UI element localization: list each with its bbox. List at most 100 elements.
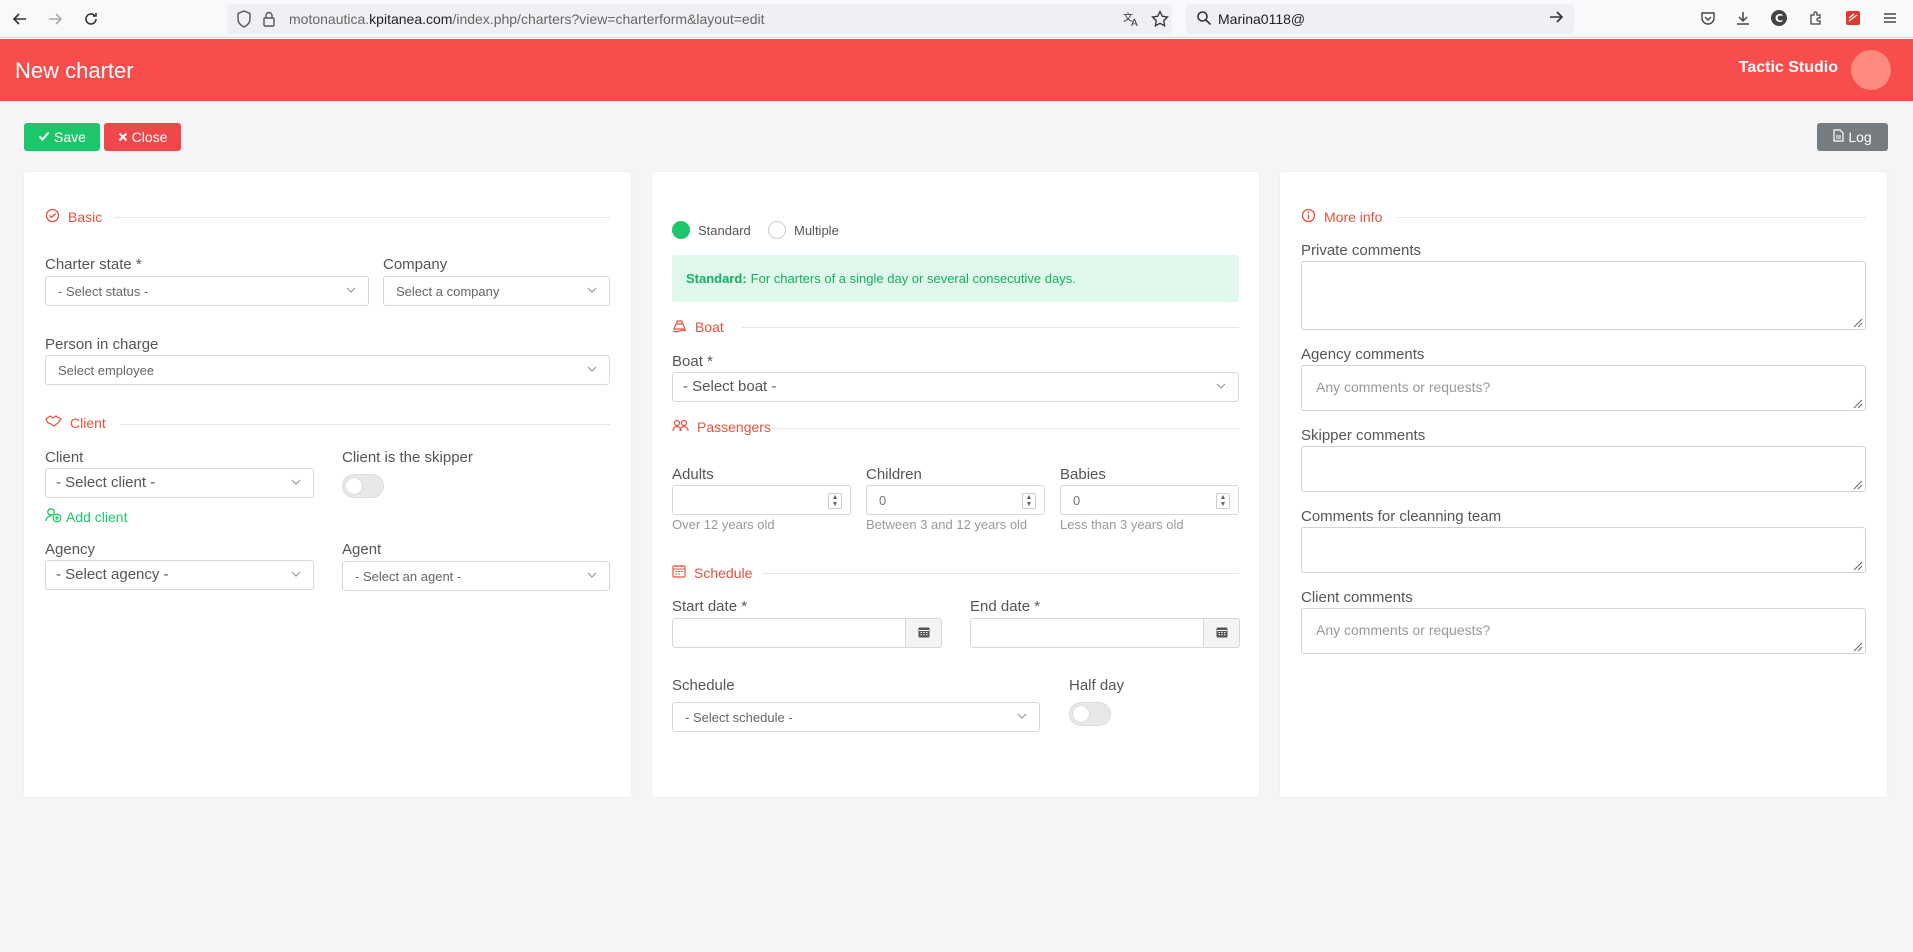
end-date-label: End date *: [970, 598, 1041, 615]
agency-select[interactable]: - Select agency -: [45, 560, 314, 590]
more-info-section-label: More info: [1324, 209, 1383, 225]
start-date-calendar-button[interactable]: [906, 618, 942, 648]
company-select[interactable]: Select a company: [383, 276, 610, 306]
resize-grip-icon[interactable]: [1851, 315, 1863, 328]
private-comments-label: Private comments: [1301, 242, 1422, 259]
start-date-input[interactable]: [672, 618, 906, 648]
translate-icon[interactable]: 文A: [1123, 10, 1141, 29]
agency-label: Agency: [45, 541, 96, 558]
multiple-radio-label[interactable]: Multiple: [794, 223, 839, 238]
resize-grip-icon[interactable]: [1851, 639, 1863, 652]
chevron-down-icon: [1216, 381, 1226, 392]
client-label: Client: [45, 449, 84, 466]
forward-icon[interactable]: [43, 7, 67, 31]
calendar-icon: [672, 564, 686, 581]
x-icon: [118, 129, 128, 145]
go-arrow-icon[interactable]: [1548, 9, 1564, 30]
extension-c-icon[interactable]: C: [1769, 8, 1789, 28]
person-in-charge-label: Person in charge: [45, 336, 159, 353]
end-date-input[interactable]: [970, 618, 1204, 648]
studio-name[interactable]: Tactic Studio: [1739, 59, 1838, 77]
divider: [120, 424, 610, 425]
adults-hint: Over 12 years old: [672, 517, 775, 532]
address-bar[interactable]: motonautica.kpitanea.com/index.php/chart…: [227, 4, 1172, 34]
half-day-toggle[interactable]: [1069, 702, 1111, 726]
passengers-section-title: Passengers: [672, 419, 771, 435]
reload-icon[interactable]: [79, 7, 103, 31]
passengers-section-label: Passengers: [697, 419, 771, 435]
client-is-skipper-toggle[interactable]: [342, 474, 384, 498]
client-comments-textarea[interactable]: Any comments or requests?: [1301, 608, 1866, 654]
log-label: Log: [1848, 129, 1872, 145]
handshake-icon: [45, 415, 62, 431]
mode-info-alert: Standard: For charters of a single day o…: [672, 255, 1239, 302]
page-title: New charter: [15, 58, 134, 83]
person-in-charge-select[interactable]: Select employee: [45, 355, 610, 385]
adults-input[interactable]: ▲ ▼: [672, 485, 851, 515]
cleaning-comments-label: Comments for cleanning team: [1301, 508, 1502, 525]
add-client-link[interactable]: Add client: [45, 507, 127, 526]
boat-select[interactable]: - Select boat -: [672, 372, 1239, 402]
number-spinner-icon[interactable]: ▲ ▼: [1022, 493, 1036, 509]
charter-state-label: Charter state *: [45, 256, 142, 273]
more-info-section-title: More info: [1301, 208, 1382, 226]
client-select[interactable]: - Select client -: [45, 468, 314, 498]
agent-select[interactable]: - Select an agent -: [342, 561, 610, 591]
chevron-down-icon: [587, 364, 597, 375]
boat-icon: [672, 318, 687, 336]
end-date-calendar-button[interactable]: [1204, 618, 1240, 648]
boat-value: - Select boat -: [683, 378, 777, 395]
chevron-down-icon: [1017, 711, 1027, 722]
calendar-icon: [1216, 626, 1228, 641]
calendar-icon: [918, 626, 930, 641]
company-value: Select a company: [396, 284, 500, 299]
red-extension-icon[interactable]: [1843, 8, 1863, 28]
pocket-icon[interactable]: [1698, 8, 1718, 28]
number-spinner-icon[interactable]: ▲ ▼: [1216, 493, 1230, 509]
number-spinner-icon[interactable]: ▲ ▼: [828, 493, 842, 509]
agency-comments-textarea[interactable]: Any comments or requests?: [1301, 365, 1866, 411]
bookmark-star-icon[interactable]: [1151, 9, 1169, 28]
basic-section-label: Basic: [68, 209, 103, 225]
shield-icon[interactable]: [236, 10, 252, 31]
client-section-title: Client: [45, 415, 106, 431]
children-input[interactable]: 0 ▲ ▼: [866, 485, 1045, 515]
schedule-select[interactable]: - Select schedule -: [672, 702, 1040, 732]
schedule-section-title: Schedule: [672, 564, 752, 581]
cleaning-comments-textarea[interactable]: [1301, 527, 1866, 573]
extensions-puzzle-icon[interactable]: [1806, 8, 1826, 28]
standard-radio[interactable]: [672, 221, 690, 239]
charter-state-select[interactable]: - Select status -: [45, 276, 369, 306]
multiple-radio[interactable]: [768, 221, 786, 239]
charter-state-value: - Select status -: [58, 284, 149, 299]
chevron-down-icon: [587, 570, 597, 581]
divider: [742, 327, 1239, 328]
check-icon: [38, 129, 50, 145]
children-value: 0: [879, 493, 887, 508]
log-button[interactable]: Log: [1817, 123, 1888, 151]
close-button[interactable]: Close: [104, 123, 181, 151]
back-icon[interactable]: [8, 7, 32, 31]
agency-comments-label: Agency comments: [1301, 346, 1425, 363]
resize-grip-icon[interactable]: [1851, 396, 1863, 409]
schedule-label: Schedule: [672, 677, 735, 694]
lock-icon[interactable]: [262, 10, 276, 31]
search-text: Marina0118@: [1218, 11, 1306, 27]
download-icon[interactable]: [1733, 8, 1753, 28]
resize-grip-icon[interactable]: [1851, 477, 1863, 490]
schedule-value: - Select schedule -: [685, 710, 793, 725]
skipper-comments-textarea[interactable]: [1301, 446, 1866, 492]
babies-input[interactable]: 0 ▲ ▼: [1060, 485, 1239, 515]
schedule-section-label: Schedule: [694, 564, 753, 581]
alert-text: For charters of a single day or several …: [750, 271, 1076, 286]
client-is-skipper-label: Client is the skipper: [342, 449, 473, 466]
menu-hamburger-icon[interactable]: [1880, 8, 1900, 28]
standard-radio-label[interactable]: Standard: [698, 223, 751, 238]
private-comments-textarea[interactable]: [1301, 261, 1866, 330]
save-button[interactable]: Save: [24, 123, 100, 151]
avatar[interactable]: [1851, 50, 1891, 90]
resize-grip-icon[interactable]: [1851, 558, 1863, 571]
save-label: Save: [54, 129, 86, 145]
search-bar[interactable]: Marina0118@: [1186, 4, 1574, 34]
svg-text:C: C: [1775, 12, 1783, 25]
